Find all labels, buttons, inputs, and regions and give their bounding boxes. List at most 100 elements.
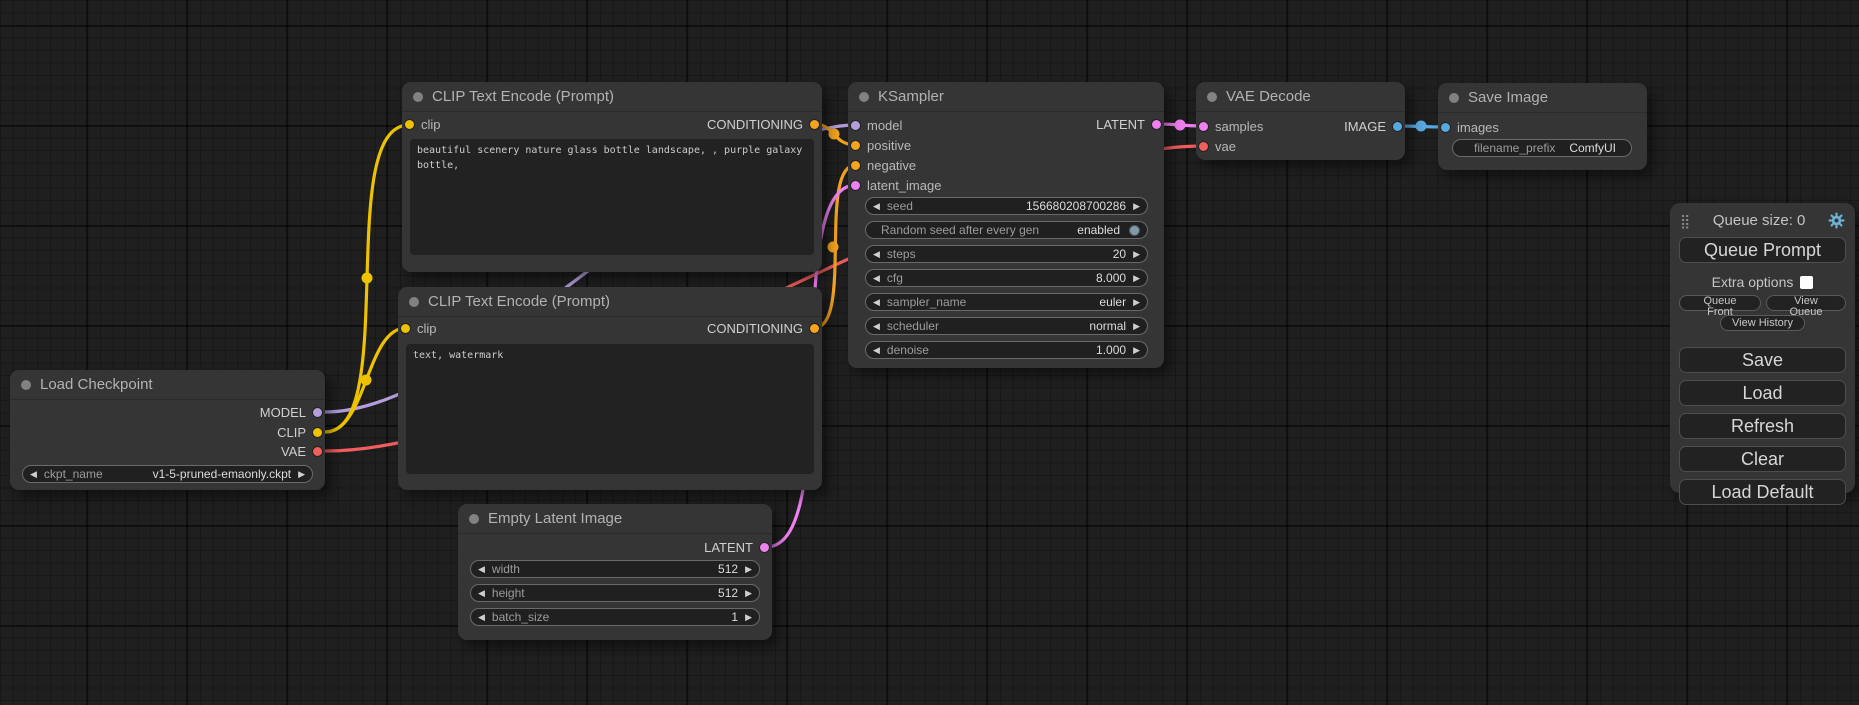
- increment-arrow-icon[interactable]: ▶: [745, 565, 752, 574]
- model-input-port[interactable]: [851, 121, 860, 130]
- conditioning-output-port[interactable]: [810, 120, 819, 129]
- node-clip-text-encode-positive[interactable]: CLIP Text Encode (Prompt) clip CONDITION…: [402, 82, 822, 272]
- node-header[interactable]: CLIP Text Encode (Prompt): [402, 82, 822, 112]
- negative-input-slot[interactable]: negative: [851, 155, 916, 175]
- increment-arrow-icon[interactable]: ▶: [298, 470, 305, 479]
- clip-input-port[interactable]: [405, 120, 414, 129]
- model-output-port[interactable]: [313, 408, 322, 417]
- increment-arrow-icon[interactable]: ▶: [1133, 346, 1140, 355]
- negative-prompt-textarea[interactable]: text, watermark: [406, 344, 814, 474]
- clip-input-slot[interactable]: clip: [401, 318, 437, 338]
- latent-image-input-port[interactable]: [851, 181, 860, 190]
- increment-arrow-icon[interactable]: ▶: [1133, 298, 1140, 307]
- height-widget[interactable]: ◀ height 512 ▶: [470, 584, 760, 602]
- increment-arrow-icon[interactable]: ▶: [1133, 274, 1140, 283]
- samples-input-port[interactable]: [1199, 122, 1208, 131]
- decrement-arrow-icon[interactable]: ◀: [873, 322, 880, 331]
- denoise-widget[interactable]: ◀ denoise 1.000 ▶: [865, 341, 1148, 359]
- increment-arrow-icon[interactable]: ▶: [1133, 202, 1140, 211]
- node-header[interactable]: Empty Latent Image: [458, 504, 772, 534]
- latent-output-slot[interactable]: LATENT: [1096, 114, 1161, 134]
- decrement-arrow-icon[interactable]: ◀: [478, 565, 485, 574]
- increment-arrow-icon[interactable]: ▶: [1133, 250, 1140, 259]
- positive-input-port[interactable]: [851, 141, 860, 150]
- samples-input-slot[interactable]: samples: [1199, 116, 1263, 136]
- steps-widget[interactable]: ◀ steps 20 ▶: [865, 245, 1148, 263]
- model-input-slot[interactable]: model: [851, 115, 902, 135]
- node-header[interactable]: KSampler: [848, 82, 1164, 112]
- latent-output-slot[interactable]: LATENT: [704, 537, 769, 557]
- clip-input-slot[interactable]: clip: [405, 114, 441, 134]
- view-queue-button[interactable]: View Queue: [1766, 295, 1846, 311]
- decrement-arrow-icon[interactable]: ◀: [478, 613, 485, 622]
- increment-arrow-icon[interactable]: ▶: [745, 589, 752, 598]
- clear-button[interactable]: Clear: [1679, 446, 1846, 472]
- load-button[interactable]: Load: [1679, 380, 1846, 406]
- extra-options-checkbox[interactable]: [1800, 276, 1813, 289]
- images-input-slot[interactable]: images: [1441, 117, 1499, 137]
- vae-input-slot[interactable]: vae: [1199, 136, 1236, 156]
- seed-widget[interactable]: ◀ seed 156680208700286 ▶: [865, 197, 1148, 215]
- increment-arrow-icon[interactable]: ▶: [745, 613, 752, 622]
- decrement-arrow-icon[interactable]: ◀: [873, 202, 880, 211]
- queue-front-button[interactable]: Queue Front: [1679, 295, 1761, 311]
- collapse-dot-icon[interactable]: [469, 514, 479, 524]
- scheduler-widget[interactable]: ◀ scheduler normal ▶: [865, 317, 1148, 335]
- decrement-arrow-icon[interactable]: ◀: [873, 250, 880, 259]
- decrement-arrow-icon[interactable]: ◀: [873, 274, 880, 283]
- cfg-widget[interactable]: ◀ cfg 8.000 ▶: [865, 269, 1148, 287]
- node-save-image[interactable]: Save Image images filename_prefix ComfyU…: [1438, 83, 1647, 170]
- node-vae-decode[interactable]: VAE Decode samples vae IMAGE: [1196, 82, 1405, 160]
- collapse-dot-icon[interactable]: [409, 297, 419, 307]
- images-input-port[interactable]: [1441, 123, 1450, 132]
- increment-arrow-icon[interactable]: ▶: [1133, 322, 1140, 331]
- decrement-arrow-icon[interactable]: ◀: [30, 470, 37, 479]
- conditioning-output-slot[interactable]: CONDITIONING: [707, 318, 819, 338]
- settings-gear-icon[interactable]: [1828, 212, 1845, 229]
- load-default-button[interactable]: Load Default: [1679, 479, 1846, 505]
- toggle-dot-icon[interactable]: [1129, 225, 1140, 236]
- collapse-dot-icon[interactable]: [21, 380, 31, 390]
- conditioning-output-slot[interactable]: CONDITIONING: [707, 114, 819, 134]
- view-history-button[interactable]: View History: [1720, 315, 1805, 331]
- random-seed-toggle-widget[interactable]: Random seed after every gen enabled: [865, 221, 1148, 239]
- vae-output-slot[interactable]: VAE: [281, 441, 322, 461]
- collapse-dot-icon[interactable]: [1449, 93, 1459, 103]
- latent-output-port[interactable]: [760, 543, 769, 552]
- model-output-slot[interactable]: MODEL: [260, 402, 322, 422]
- clip-output-port[interactable]: [313, 428, 322, 437]
- collapse-dot-icon[interactable]: [413, 92, 423, 102]
- node-ksampler[interactable]: KSampler model positive negative latent_…: [848, 82, 1164, 368]
- node-header[interactable]: VAE Decode: [1196, 82, 1405, 112]
- latent-output-port[interactable]: [1152, 120, 1161, 129]
- conditioning-output-port[interactable]: [810, 324, 819, 333]
- node-clip-text-encode-negative[interactable]: CLIP Text Encode (Prompt) clip CONDITION…: [398, 287, 822, 490]
- image-output-slot[interactable]: IMAGE: [1344, 116, 1402, 136]
- collapse-dot-icon[interactable]: [859, 92, 869, 102]
- decrement-arrow-icon[interactable]: ◀: [873, 298, 880, 307]
- negative-input-port[interactable]: [851, 161, 860, 170]
- node-header[interactable]: Save Image: [1438, 83, 1647, 113]
- decrement-arrow-icon[interactable]: ◀: [478, 589, 485, 598]
- node-load-checkpoint[interactable]: Load Checkpoint MODEL CLIP VAE ◀ ckpt_na…: [10, 370, 325, 490]
- filename-prefix-widget[interactable]: filename_prefix ComfyUI: [1452, 139, 1632, 157]
- refresh-button[interactable]: Refresh: [1679, 413, 1846, 439]
- queue-prompt-button[interactable]: Queue Prompt: [1679, 237, 1846, 263]
- image-output-port[interactable]: [1393, 122, 1402, 131]
- drag-handle-icon[interactable]: ⣿: [1680, 214, 1690, 228]
- decrement-arrow-icon[interactable]: ◀: [873, 346, 880, 355]
- vae-output-port[interactable]: [313, 447, 322, 456]
- node-header[interactable]: CLIP Text Encode (Prompt): [398, 287, 822, 317]
- clip-output-slot[interactable]: CLIP: [277, 422, 322, 442]
- vae-input-port[interactable]: [1199, 142, 1208, 151]
- positive-prompt-textarea[interactable]: beautiful scenery nature glass bottle la…: [410, 139, 814, 255]
- clip-input-port[interactable]: [401, 324, 410, 333]
- node-header[interactable]: Load Checkpoint: [10, 370, 325, 400]
- node-empty-latent-image[interactable]: Empty Latent Image LATENT ◀ width 512 ▶ …: [458, 504, 772, 640]
- ckpt-name-widget[interactable]: ◀ ckpt_name v1-5-pruned-emaonly.ckpt ▶: [22, 465, 313, 483]
- positive-input-slot[interactable]: positive: [851, 135, 911, 155]
- sampler-name-widget[interactable]: ◀ sampler_name euler ▶: [865, 293, 1148, 311]
- batch-size-widget[interactable]: ◀ batch_size 1 ▶: [470, 608, 760, 626]
- latent-image-input-slot[interactable]: latent_image: [851, 175, 941, 195]
- save-button[interactable]: Save: [1679, 347, 1846, 373]
